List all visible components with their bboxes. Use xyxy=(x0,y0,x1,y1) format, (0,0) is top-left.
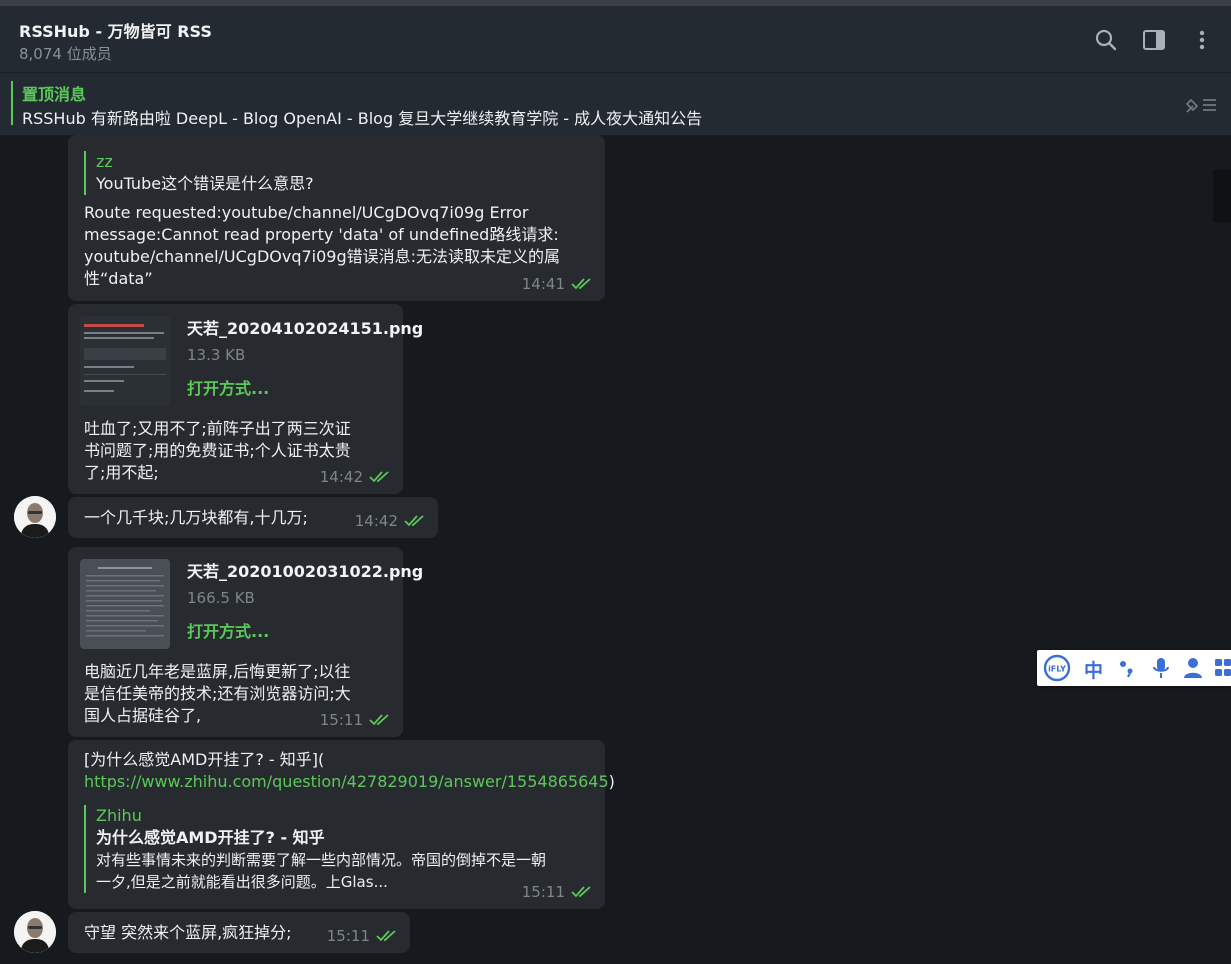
preview-line: 对有些事情未来的判断需要了解一些内部情况。帝国的倒掉不是一朝 xyxy=(96,851,547,869)
reply-text: YouTube这个错误是什么意思? xyxy=(96,174,314,193)
message-bubble[interactable]: 天若_20204102024151.png 13.3 KB 打开方式... 吐血… xyxy=(68,304,423,494)
punctuation-icon[interactable] xyxy=(1115,656,1139,680)
preview-site: Zhihu xyxy=(96,806,142,825)
message-time: 15:11 xyxy=(319,711,363,729)
open-with-link[interactable]: 打开方式... xyxy=(187,378,269,400)
message-time-row: 14:41 xyxy=(522,273,593,295)
message-line: [为什么感觉AMD开挂了? - 知乎]( xyxy=(84,750,325,769)
message-line: youtube/channel/UCgDOvq7i09g错误消息:无法读取未定义… xyxy=(84,247,561,266)
message-line: https://www.zhihu.com/question/427829019… xyxy=(84,771,615,793)
file-size: 166.5 KB xyxy=(187,589,255,607)
read-ticks-icon xyxy=(369,714,389,726)
scrollbar-thumb[interactable] xyxy=(1213,170,1231,222)
read-ticks-icon xyxy=(369,471,389,483)
message-time-row: 14:42 xyxy=(320,466,391,488)
message-line: 电脑近几年老是蓝屏,后悔更新了;以往 xyxy=(84,662,351,681)
preview-description: 对有些事情未来的判断需要了解一些内部情况。帝国的倒掉不是一朝 一夕,但是之前就能… xyxy=(96,849,546,893)
read-ticks-icon xyxy=(571,886,591,898)
message-time: 14:41 xyxy=(521,275,565,293)
user-avatar-icon xyxy=(14,496,56,538)
message-text: 守望 突然来个蓝屏,疯狂掉分; xyxy=(84,923,292,942)
reply-quote[interactable]: zz YouTube这个错误是什么意思? xyxy=(84,151,314,195)
message-line: 了;用不起; xyxy=(84,463,159,482)
message-bubble[interactable]: 守望 突然来个蓝屏,疯狂掉分; 15:11 xyxy=(68,912,410,953)
ime-toolbar[interactable]: iFLY 中 xyxy=(1037,650,1231,686)
message-link[interactable]: https://www.zhihu.com/question/427829019… xyxy=(84,772,609,791)
message-line: 性“data” xyxy=(84,269,153,288)
message-time-row: 15:11 xyxy=(522,881,593,903)
message-time: 15:11 xyxy=(326,927,370,945)
search-icon[interactable] xyxy=(1093,27,1119,53)
image-preview-icon xyxy=(80,316,170,406)
preview-line: 一夕,但是之前就能看出很多问题。上Glas... xyxy=(96,873,388,891)
pinned-list-icon[interactable] xyxy=(1183,94,1219,116)
message-text: [为什么感觉AMD开挂了? - 知乎]( https://www.zhihu.c… xyxy=(84,749,615,793)
read-ticks-icon xyxy=(376,930,396,942)
message-time-row: 15:11 xyxy=(327,925,398,947)
message-bubble[interactable]: [为什么感觉AMD开挂了? - 知乎]( https://www.zhihu.c… xyxy=(68,740,615,909)
user-avatar-icon xyxy=(14,911,56,953)
file-name: 天若_20204102024151.png xyxy=(187,319,424,338)
link-suffix: ) xyxy=(608,772,615,791)
file-thumbnail[interactable] xyxy=(80,559,170,649)
grid-icon[interactable] xyxy=(1213,656,1231,680)
pinned-label: 置顶消息 xyxy=(22,85,87,104)
read-ticks-icon xyxy=(404,515,424,527)
message-line: 国人占据硅谷了, xyxy=(84,706,202,725)
message-bubble[interactable]: zz YouTube这个错误是什么意思? Route requested:you… xyxy=(68,135,605,301)
message-time-row: 15:11 xyxy=(320,709,391,731)
message-text: Route requested:youtube/channel/UCgDOvq7… xyxy=(84,202,560,290)
chat-title[interactable]: RSSHub - 万物皆可 RSS xyxy=(19,18,212,42)
sidebar-toggle-icon[interactable] xyxy=(1141,27,1167,53)
message-line: message:Cannot read property 'data' of u… xyxy=(84,225,559,244)
ime-logo-text: iFLY xyxy=(1048,665,1066,674)
avatar[interactable] xyxy=(14,496,56,538)
ime-mode-toggle[interactable]: 中 xyxy=(1084,656,1103,683)
microphone-icon[interactable] xyxy=(1149,656,1173,680)
read-ticks-icon xyxy=(571,278,591,290)
message-time: 15:11 xyxy=(521,883,565,901)
message-line: Route requested:youtube/channel/UCgDOvq7… xyxy=(84,203,529,222)
message-bubble[interactable]: 一个几千块;几万块都有,十几万; 14:42 xyxy=(68,497,438,538)
file-thumbnail[interactable] xyxy=(80,316,170,406)
user-icon[interactable] xyxy=(1181,656,1205,680)
file-name: 天若_20201002031022.png xyxy=(187,562,424,581)
file-size: 13.3 KB xyxy=(187,346,246,364)
image-preview-icon xyxy=(80,559,170,649)
message-time: 14:42 xyxy=(319,468,363,486)
message-text: 吐血了;又用不了;前阵子出了两三次证 书问题了;用的免费证书;个人证书太贵 了;… xyxy=(84,418,351,484)
pinned-text[interactable]: RSSHub 有新路由啦 DeepL - Blog OpenAI - Blog … xyxy=(22,105,702,129)
message-time-row: 14:42 xyxy=(355,510,426,532)
pinned-message-bar[interactable]: 置顶消息 RSSHub 有新路由啦 DeepL - Blog OpenAI - … xyxy=(0,72,1231,135)
open-with-link[interactable]: 打开方式... xyxy=(187,621,269,643)
reply-author: zz xyxy=(96,152,113,171)
message-line: 书问题了;用的免费证书;个人证书太贵 xyxy=(84,441,351,460)
avatar[interactable] xyxy=(14,911,56,953)
more-vert-icon[interactable] xyxy=(1189,27,1215,53)
pinned-indicator xyxy=(11,81,13,125)
chat-header: RSSHub - 万物皆可 RSS 8,074 位成员 xyxy=(0,6,1231,72)
message-text: 电脑近几年老是蓝屏,后悔更新了;以往 是信任美帝的技术;还有浏览器访问;大 国人… xyxy=(84,661,351,727)
preview-title: 为什么感觉AMD开挂了? - 知乎 xyxy=(96,828,325,847)
message-bubble[interactable]: 天若_20201002031022.png 166.5 KB 打开方式... 电… xyxy=(68,547,423,737)
link-preview[interactable]: Zhihu 为什么感觉AMD开挂了? - 知乎 对有些事情未来的判断需要了解一些… xyxy=(84,805,546,893)
message-line: 是信任美帝的技术;还有浏览器访问;大 xyxy=(84,684,351,703)
message-text: 一个几千块;几万块都有,十几万; xyxy=(84,508,308,527)
ifly-logo-icon[interactable]: iFLY xyxy=(1043,654,1071,682)
message-time: 14:42 xyxy=(354,512,398,530)
message-line: 吐血了;又用不了;前阵子出了两三次证 xyxy=(84,419,351,438)
member-count: 8,074 位成员 xyxy=(19,45,112,63)
